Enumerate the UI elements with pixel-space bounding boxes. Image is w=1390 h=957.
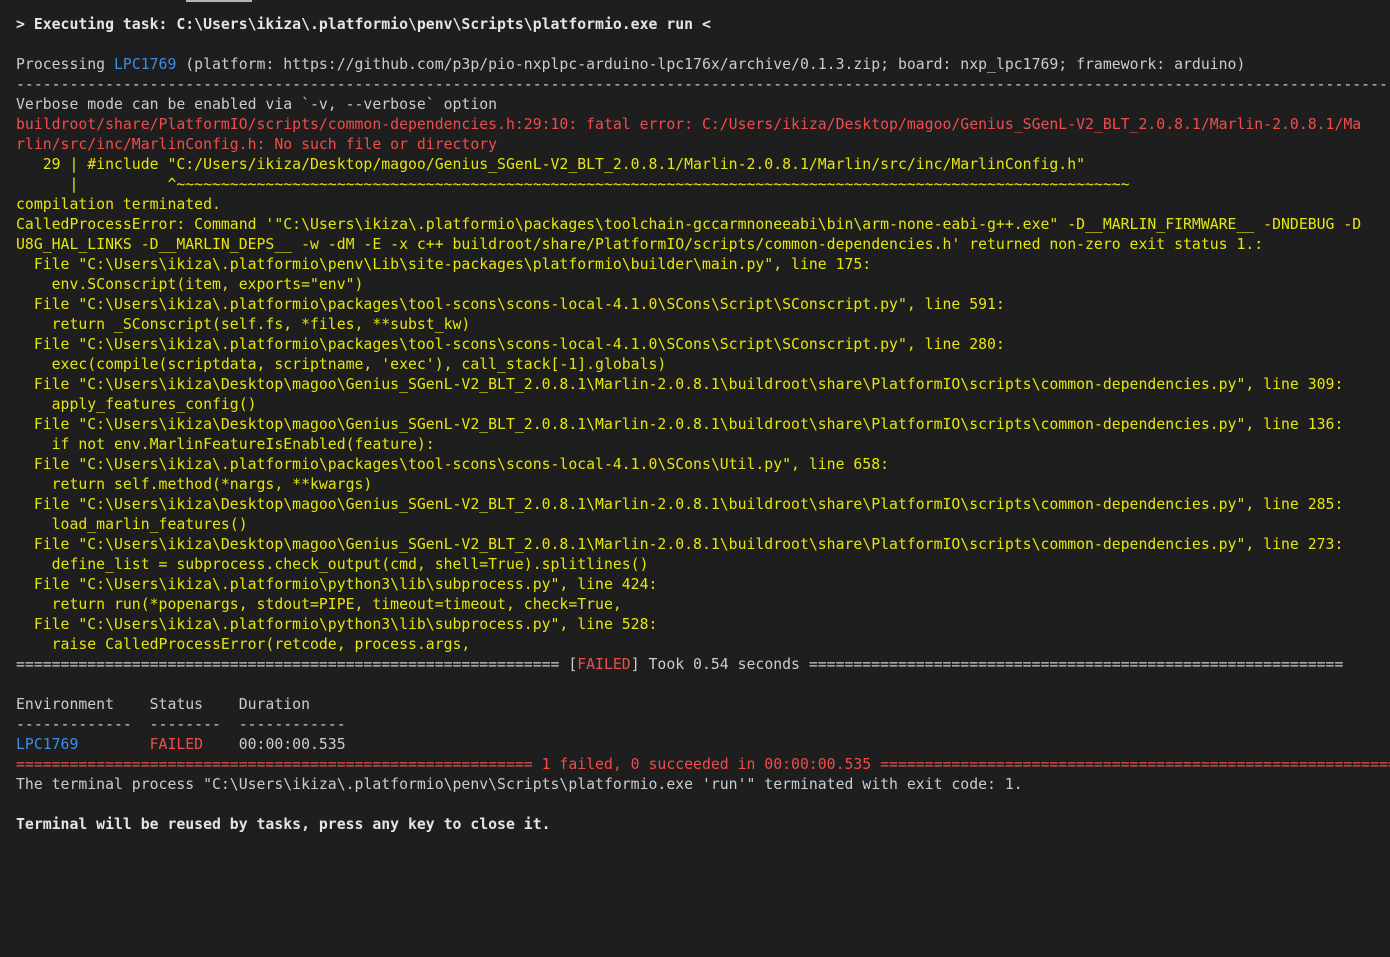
terminal-text-segment: ] Took 0.54 seconds ====================… [630, 656, 1344, 673]
terminal-line: > Executing task: C:\Users\ikiza\.platfo… [16, 15, 1376, 35]
terminal-line: File "C:\Users\ikiza\.platformio\python3… [16, 615, 1376, 635]
terminal-text-segment: buildroot/share/PlatformIO/scripts/commo… [16, 116, 1362, 133]
terminal-line: File "C:\Users\ikiza\Desktop\magoo\Geniu… [16, 535, 1376, 555]
terminal-line: File "C:\Users\ikiza\Desktop\magoo\Geniu… [16, 495, 1376, 515]
terminal-line: The terminal process "C:\Users\ikiza\.pl… [16, 775, 1376, 795]
terminal-text-segment: 00:00:00.535 [203, 736, 346, 753]
terminal-line: define_list = subprocess.check_output(cm… [16, 555, 1376, 575]
active-tab-indicator [186, 0, 252, 2]
terminal-text-segment: File "C:\Users\ikiza\Desktop\magoo\Geniu… [16, 376, 1344, 393]
terminal-line: File "C:\Users\ikiza\.platformio\penv\Li… [16, 255, 1376, 275]
terminal-text-segment: LPC1769 [16, 736, 79, 753]
terminal-line: 29 | #include "C:/Users/ikiza/Desktop/ma… [16, 155, 1376, 175]
terminal-line: Environment Status Duration [16, 695, 1376, 715]
terminal-line: ------------- -------- ------------ [16, 715, 1376, 735]
terminal-text-segment: load_marlin_features() [16, 516, 248, 533]
terminal-text-segment: ========================================… [16, 656, 578, 673]
terminal-text-segment: rlin/src/inc/MarlinConfig.h: No such fil… [16, 136, 498, 153]
terminal-text-segment: apply_features_config() [16, 396, 257, 413]
terminal-line: env.SConscript(item, exports="env") [16, 275, 1376, 295]
terminal-text-segment: > Executing task: C:\Users\ikiza\.platfo… [16, 16, 711, 33]
terminal-text-segment: (platform: https://github.com/p3p/pio-nx… [176, 56, 1246, 73]
terminal-text-segment: File "C:\Users\ikiza\.platformio\package… [16, 456, 890, 473]
terminal-text-segment: ----------------------------------------… [16, 76, 1390, 93]
terminal-text-segment: exec(compile(scriptdata, scriptname, 'ex… [16, 356, 667, 373]
terminal-line: apply_features_config() [16, 395, 1376, 415]
terminal-line: load_marlin_features() [16, 515, 1376, 535]
terminal-text-segment: File "C:\Users\ikiza\.platformio\package… [16, 336, 1005, 353]
terminal-line: | ^~~~~~~~~~~~~~~~~~~~~~~~~~~~~~~~~~~~~~… [16, 175, 1376, 195]
terminal-output[interactable]: > Executing task: C:\Users\ikiza\.platfo… [16, 15, 1390, 835]
terminal-line: File "C:\Users\ikiza\Desktop\magoo\Geniu… [16, 415, 1376, 435]
terminal-line: if not env.MarlinFeatureIsEnabled(featur… [16, 435, 1376, 455]
terminal-text-segment: 29 | #include "C:/Users/ikiza/Desktop/ma… [16, 156, 1086, 173]
terminal-line: ----------------------------------------… [16, 75, 1390, 95]
terminal-text-segment: ========================================… [16, 756, 1390, 773]
terminal-line: Terminal will be reused by tasks, press … [16, 815, 1376, 835]
terminal-text-segment: File "C:\Users\ikiza\.platformio\package… [16, 296, 1005, 313]
terminal-text-segment: File "C:\Users\ikiza\Desktop\magoo\Geniu… [16, 536, 1344, 553]
terminal-text-segment: return run(*popenargs, stdout=PIPE, time… [16, 596, 622, 613]
terminal-text-segment: ------------- -------- ------------ [16, 716, 346, 733]
terminal-line: File "C:\Users\ikiza\.platformio\package… [16, 295, 1376, 315]
terminal-line: File "C:\Users\ikiza\.platformio\package… [16, 335, 1376, 355]
terminal-line: buildroot/share/PlatformIO/scripts/commo… [16, 115, 1376, 135]
terminal-text-segment: LPC1769 [114, 56, 177, 73]
terminal-line: return run(*popenargs, stdout=PIPE, time… [16, 595, 1376, 615]
terminal-text-segment: The terminal process "C:\Users\ikiza\.pl… [16, 776, 1023, 793]
terminal-text-segment: File "C:\Users\ikiza\.platformio\python3… [16, 616, 658, 633]
terminal-line: ========================================… [16, 655, 1376, 675]
terminal-text-segment: if not env.MarlinFeatureIsEnabled(featur… [16, 436, 435, 453]
terminal-text-segment: Environment Status Duration [16, 696, 310, 713]
terminal-line: compilation terminated. [16, 195, 1376, 215]
terminal-line: return self.method(*nargs, **kwargs) [16, 475, 1376, 495]
terminal-text-segment: compilation terminated. [16, 196, 221, 213]
terminal-line: rlin/src/inc/MarlinConfig.h: No such fil… [16, 135, 1376, 155]
terminal-text-segment: env.SConscript(item, exports="env") [16, 276, 364, 293]
terminal-line: return _SConscript(self.fs, *files, **su… [16, 315, 1376, 335]
terminal-text-segment: Processing [16, 56, 114, 73]
terminal-panel[interactable]: > Executing task: C:\Users\ikiza\.platfo… [0, 0, 1390, 957]
terminal-text-segment: File "C:\Users\ikiza\.platformio\python3… [16, 576, 658, 593]
terminal-text-segment: return _SConscript(self.fs, *files, **su… [16, 316, 471, 333]
terminal-text-segment: return self.method(*nargs, **kwargs) [16, 476, 373, 493]
terminal-line: File "C:\Users\ikiza\Desktop\magoo\Geniu… [16, 375, 1376, 395]
terminal-line: LPC1769 FAILED 00:00:00.535 [16, 735, 1376, 755]
terminal-text-segment: File "C:\Users\ikiza\.platformio\penv\Li… [16, 256, 872, 273]
terminal-text-segment: | ^~~~~~~~~~~~~~~~~~~~~~~~~~~~~~~~~~~~~~… [16, 176, 1130, 193]
terminal-text-segment: Verbose mode can be enabled via `-v, --v… [16, 96, 498, 113]
terminal-line: File "C:\Users\ikiza\.platformio\package… [16, 455, 1376, 475]
terminal-text-segment: raise CalledProcessError(retcode, proces… [16, 636, 471, 653]
terminal-line: ========================================… [16, 755, 1390, 775]
terminal-text-segment: define_list = subprocess.check_output(cm… [16, 556, 649, 573]
terminal-text-segment: FAILED [149, 736, 204, 753]
terminal-text-segment: File "C:\Users\ikiza\Desktop\magoo\Geniu… [16, 416, 1344, 433]
terminal-line: Processing LPC1769 (platform: https://gi… [16, 55, 1376, 75]
terminal-text-segment: U8G_HAL_LINKS -D__MARLIN_DEPS__ -w -dM -… [16, 236, 1264, 253]
terminal-text-segment: Terminal will be reused by tasks, press … [16, 816, 551, 833]
terminal-line: U8G_HAL_LINKS -D__MARLIN_DEPS__ -w -dM -… [16, 235, 1376, 255]
terminal-line: exec(compile(scriptdata, scriptname, 'ex… [16, 355, 1376, 375]
terminal-text-segment: FAILED [577, 656, 631, 673]
terminal-text-segment: CalledProcessError: Command '"C:\Users\i… [16, 216, 1362, 233]
terminal-text-segment: File "C:\Users\ikiza\Desktop\magoo\Geniu… [16, 496, 1344, 513]
terminal-line: raise CalledProcessError(retcode, proces… [16, 635, 1376, 655]
terminal-line: Verbose mode can be enabled via `-v, --v… [16, 95, 1376, 115]
terminal-line: File "C:\Users\ikiza\.platformio\python3… [16, 575, 1376, 595]
terminal-line: CalledProcessError: Command '"C:\Users\i… [16, 215, 1376, 235]
